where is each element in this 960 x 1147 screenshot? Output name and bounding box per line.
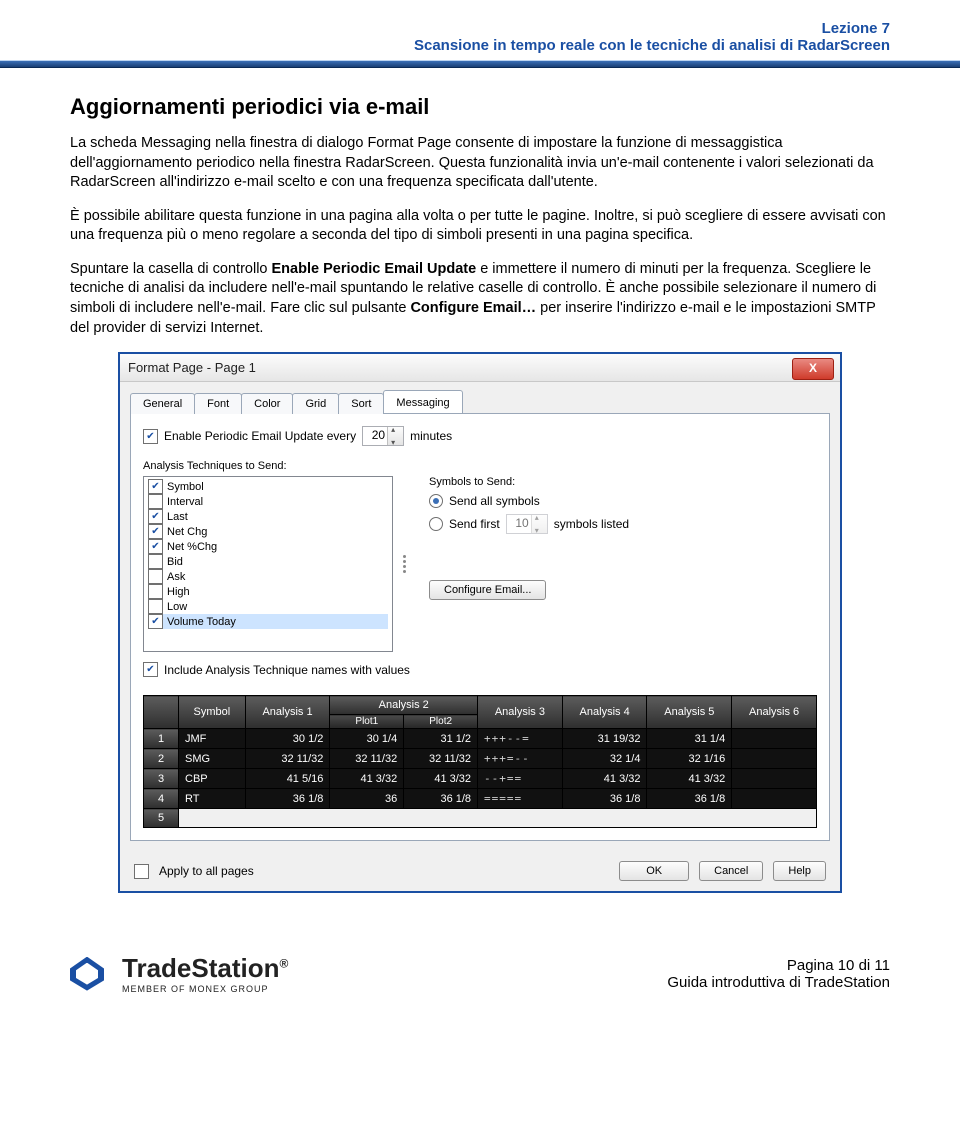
- tab-strip: General Font Color Grid Sort Messaging: [120, 382, 840, 413]
- lesson-number: Lezione 7: [70, 20, 890, 37]
- guide-title: Guida introduttiva di TradeStation: [667, 974, 890, 991]
- page-number: Pagina 10 di 11: [667, 957, 890, 974]
- send-first-count-stepper[interactable]: 10: [506, 514, 548, 534]
- tab-general[interactable]: General: [130, 393, 195, 414]
- analysis-techniques-listbox[interactable]: Symbol Interval Last Net Chg Net %Chg Bi…: [143, 476, 393, 652]
- table-row: 3 CBP 41 5/16 41 3/32 41 3/32 --+== 41 3…: [144, 769, 817, 789]
- enable-periodic-email-checkbox[interactable]: [143, 429, 158, 444]
- enable-label-post: minutes: [410, 429, 452, 443]
- paragraph-3: Spuntare la casella di controllo Enable …: [70, 260, 890, 338]
- brand-name: TradeStation®: [122, 953, 288, 984]
- help-button[interactable]: Help: [773, 861, 826, 881]
- send-all-symbols-radio[interactable]: [429, 494, 443, 508]
- tab-color[interactable]: Color: [241, 393, 293, 414]
- tab-font[interactable]: Font: [194, 393, 242, 414]
- close-icon[interactable]: X: [792, 358, 834, 380]
- paragraph-1: La scheda Messaging nella finestra di di…: [70, 134, 890, 193]
- table-row: 2 SMG 32 11/32 32 11/32 32 11/32 +++=-- …: [144, 749, 817, 769]
- table-row: 4 RT 36 1/8 36 36 1/8 ===== 36 1/8 36 1/…: [144, 789, 817, 809]
- include-names-label: Include Analysis Technique names with va…: [164, 663, 410, 677]
- apply-to-all-pages-label: Apply to all pages: [159, 864, 254, 878]
- symbols-to-send-label: Symbols to Send:: [429, 476, 817, 488]
- ok-button[interactable]: OK: [619, 861, 689, 881]
- tab-grid[interactable]: Grid: [292, 393, 339, 414]
- paragraph-2: È possibile abilitare questa funzione in…: [70, 207, 890, 246]
- send-all-symbols-label: Send all symbols: [449, 494, 540, 508]
- tab-messaging[interactable]: Messaging: [383, 390, 462, 413]
- cancel-button[interactable]: Cancel: [699, 861, 763, 881]
- section-heading: Aggiornamenti periodici via e-mail: [70, 94, 890, 120]
- tradestation-logo-icon: [70, 957, 104, 991]
- preview-data-grid: Symbol Analysis 1 Analysis 2 Analysis 3 …: [143, 695, 817, 828]
- configure-email-button[interactable]: Configure Email...: [429, 580, 546, 600]
- send-first-radio[interactable]: [429, 517, 443, 531]
- dialog-titlebar[interactable]: Format Page - Page 1 X: [120, 354, 840, 382]
- lesson-subtitle: Scansione in tempo reale con le tecniche…: [70, 37, 890, 54]
- table-row: 5: [144, 809, 817, 828]
- brand-subtitle: MEMBER OF MONEX GROUP: [122, 984, 288, 994]
- send-first-label-pre: Send first: [449, 517, 500, 531]
- enable-label-pre: Enable Periodic Email Update every: [164, 429, 356, 443]
- minutes-stepper[interactable]: 20: [362, 426, 404, 446]
- analysis-techniques-label: Analysis Techniques to Send:: [143, 460, 817, 472]
- tab-sort[interactable]: Sort: [338, 393, 384, 414]
- include-names-checkbox[interactable]: [143, 662, 158, 677]
- send-first-label-post: symbols listed: [554, 517, 629, 531]
- apply-to-all-pages-checkbox[interactable]: [134, 864, 149, 879]
- table-row: 1 JMF 30 1/2 30 1/4 31 1/2 +++--= 31 19/…: [144, 729, 817, 749]
- list-resize-handle[interactable]: [393, 476, 415, 652]
- header-rule: [0, 60, 960, 68]
- dialog-title-text: Format Page - Page 1: [128, 360, 256, 375]
- format-page-dialog: Format Page - Page 1 X General Font Colo…: [118, 352, 842, 893]
